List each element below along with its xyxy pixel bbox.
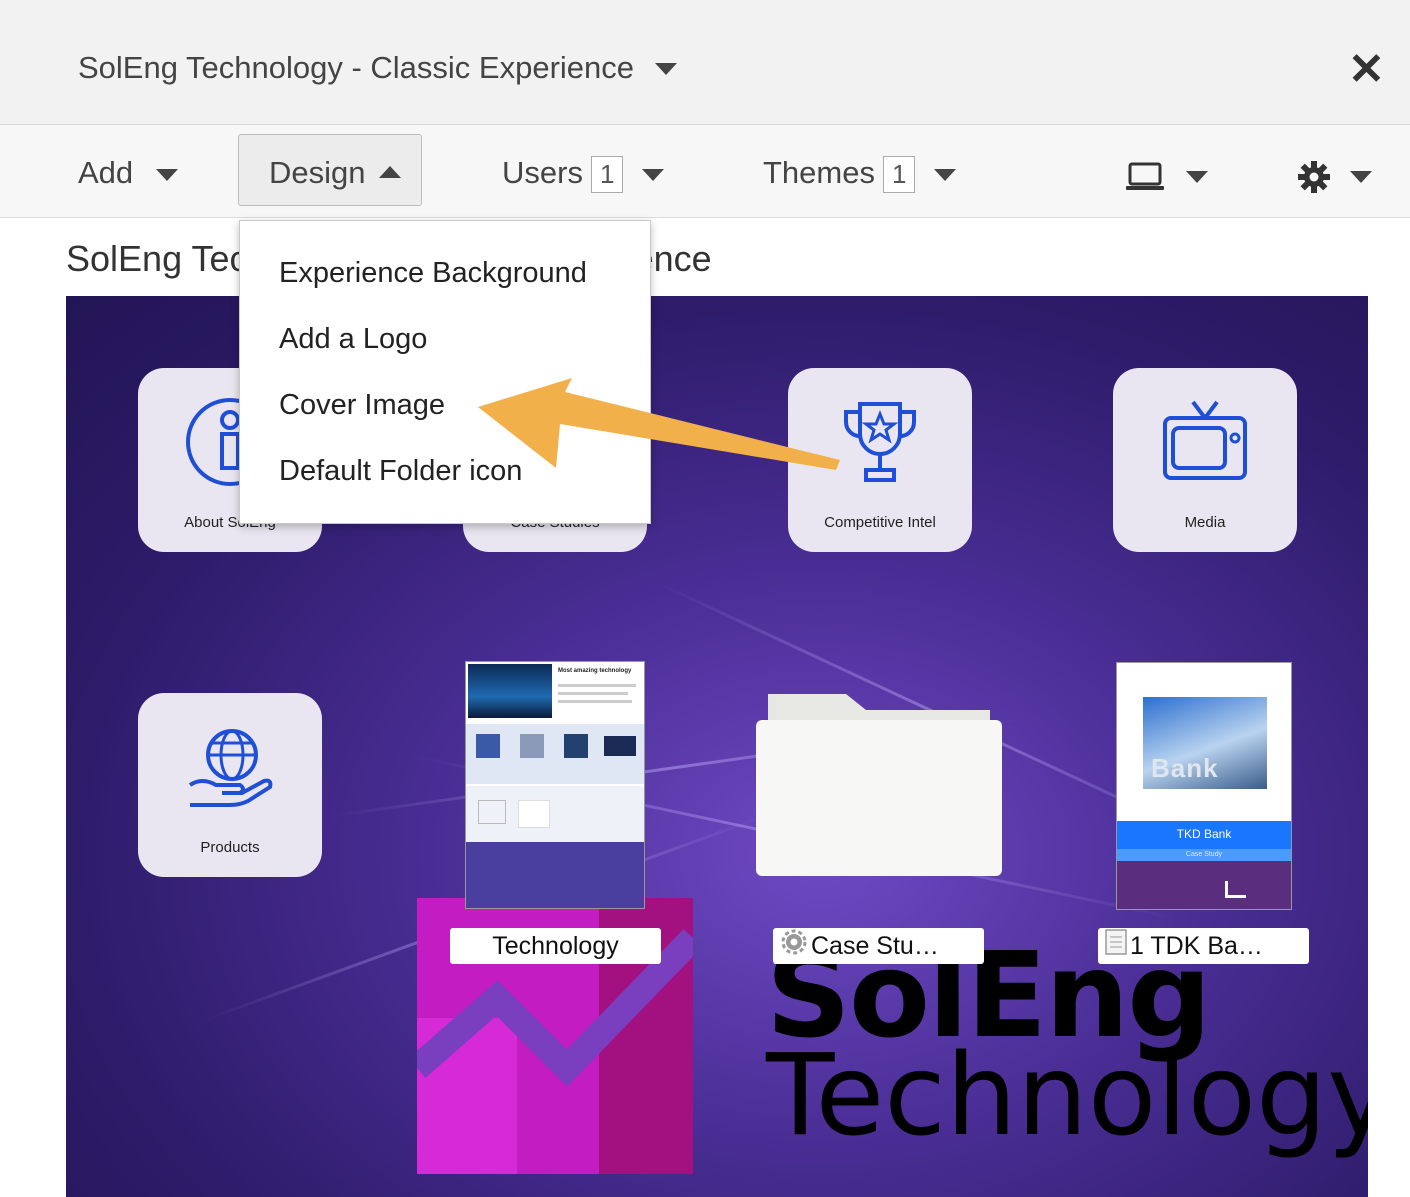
thumbnail-footer bbox=[466, 842, 644, 908]
design-label: Design bbox=[269, 155, 366, 190]
title-chevron-down-icon[interactable] bbox=[655, 63, 677, 75]
item-label-tdk-bank[interactable]: 1 TDK Ba… bbox=[1098, 928, 1309, 964]
gear-icon bbox=[781, 929, 807, 964]
design-dropdown-menu: Experience Background Add a Logo Cover I… bbox=[239, 220, 651, 524]
themes-count-badge: 1 bbox=[882, 156, 916, 194]
thumbnail-text-line bbox=[558, 684, 636, 687]
menu-item-default-folder-icon[interactable]: Default Folder icon bbox=[279, 455, 522, 488]
tile-label: Products bbox=[200, 839, 260, 856]
document-thumbnail-technology[interactable]: Most amazing technology bbox=[465, 661, 645, 909]
folder-tile-competitive-intel[interactable]: Competitive Intel bbox=[788, 368, 972, 552]
laptop-icon bbox=[1126, 162, 1164, 190]
themes-label: Themes bbox=[763, 155, 875, 190]
thumbnail-hero-image bbox=[468, 664, 552, 718]
gear-icon bbox=[1298, 160, 1330, 193]
users-label: Users bbox=[502, 155, 583, 190]
chevron-down-icon bbox=[642, 168, 665, 181]
chevron-down-icon bbox=[1349, 170, 1372, 183]
settings-menu-button[interactable] bbox=[1297, 157, 1372, 194]
menu-item-add-logo[interactable]: Add a Logo bbox=[279, 323, 427, 356]
document-icon bbox=[1104, 928, 1128, 964]
logo-text-line2: Technology bbox=[766, 1031, 1368, 1161]
thumbnail-footer bbox=[1117, 861, 1291, 909]
chevron-down-icon bbox=[155, 168, 178, 181]
tile-label: Media bbox=[1184, 514, 1226, 531]
thumbnail-title: Most amazing technology bbox=[558, 668, 632, 674]
menu-item-experience-background[interactable]: Experience Background bbox=[279, 257, 587, 290]
themes-menu-button[interactable]: Themes 1 bbox=[763, 155, 957, 194]
menu-item-cover-image[interactable]: Cover Image bbox=[279, 389, 445, 422]
close-icon[interactable]: ✕ bbox=[1348, 44, 1385, 95]
tile-label: Competitive Intel bbox=[824, 514, 936, 531]
thumbnail-text-line bbox=[558, 700, 632, 703]
toolbar: Add Users 1 Themes 1 bbox=[0, 125, 1410, 218]
window-title[interactable]: SolEng Technology - Classic Experience bbox=[78, 50, 634, 86]
thumbnail-section bbox=[466, 724, 644, 784]
users-menu-button[interactable]: Users 1 bbox=[502, 155, 665, 194]
folder-tile-products[interactable]: Products bbox=[138, 693, 322, 877]
thumbnail-text-line bbox=[558, 692, 628, 695]
thumbnail-subtitle: Case Study bbox=[1117, 849, 1291, 861]
folder-tile-media[interactable]: Media bbox=[1113, 368, 1297, 552]
thumbnail-building-image: Bank bbox=[1143, 697, 1267, 789]
tv-icon bbox=[1163, 400, 1247, 480]
thumbnail-title: TKD Bank bbox=[1117, 821, 1291, 849]
add-label: Add bbox=[78, 155, 134, 190]
thumbnail-image-text: Bank bbox=[1151, 753, 1219, 783]
thumbnail-section bbox=[466, 786, 644, 842]
item-label-case-studies[interactable]: Case Stu… bbox=[773, 928, 984, 964]
folder-icon[interactable] bbox=[754, 688, 1004, 878]
trophy-icon bbox=[843, 402, 917, 482]
device-preview-button[interactable] bbox=[1125, 157, 1208, 193]
document-thumbnail-tkd-bank[interactable]: Bank TKD Bank Case Study bbox=[1116, 662, 1292, 910]
item-label-text: 1 TDK Ba… bbox=[1130, 932, 1263, 960]
chevron-down-icon bbox=[934, 168, 957, 181]
add-menu-button[interactable]: Add bbox=[78, 155, 178, 191]
window-header: SolEng Technology - Classic Experience ✕ bbox=[0, 0, 1410, 125]
users-count-badge: 1 bbox=[590, 156, 624, 194]
item-label-text: Case Stu… bbox=[811, 932, 939, 960]
item-label-technology[interactable]: Technology bbox=[450, 928, 661, 964]
globe-hand-icon bbox=[188, 729, 273, 807]
chevron-up-icon bbox=[379, 166, 401, 178]
design-menu-button[interactable]: Design bbox=[238, 134, 422, 206]
chevron-down-icon bbox=[1185, 170, 1208, 183]
